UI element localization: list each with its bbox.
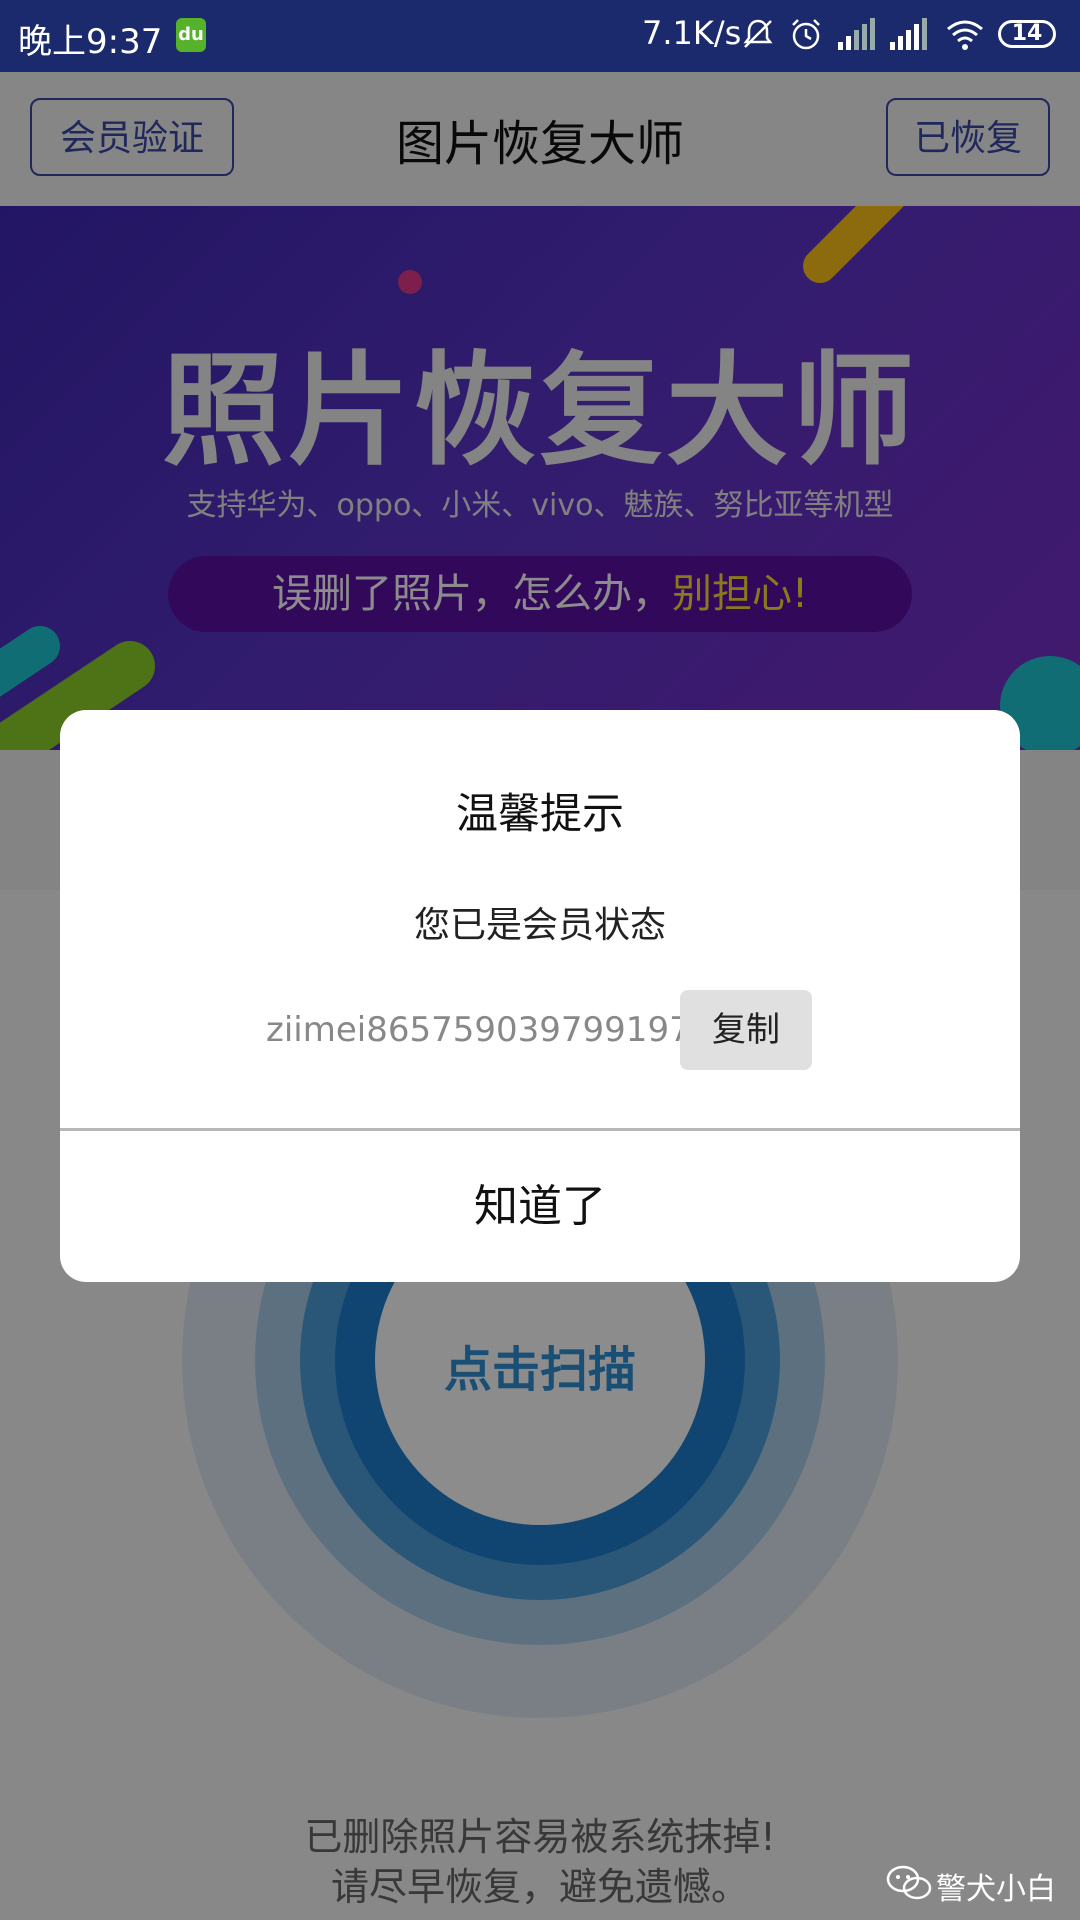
- alarm-icon: [792, 19, 820, 50]
- status-time: 晚上9:37: [18, 22, 163, 62]
- signal-icon: [890, 18, 927, 50]
- baidu-notification-icon: du: [176, 18, 206, 52]
- member-id-text: ziimei865759039799197: [266, 1010, 691, 1050]
- signal-icon: [838, 18, 875, 50]
- watermark-text: 警犬小白: [936, 1872, 1056, 1907]
- battery-indicator: 14: [998, 20, 1056, 48]
- dialog-title: 温馨提示: [455, 789, 624, 838]
- dialog-message: 您已是会员状态: [413, 905, 666, 946]
- tip-dialog: 温馨提示 您已是会员状态 ziimei865759039799197 复制 知道…: [60, 710, 1020, 1282]
- mute-icon: [743, 19, 773, 48]
- status-bar: 晚上9:37 du 7.1K/s 14: [0, 0, 1080, 72]
- copy-button[interactable]: 复制: [680, 990, 812, 1070]
- network-speed: 7.1K/s: [642, 14, 742, 52]
- confirm-button[interactable]: 知道了: [60, 1131, 1020, 1282]
- wechat-icon: [886, 1865, 932, 1900]
- wifi-icon: [947, 20, 983, 50]
